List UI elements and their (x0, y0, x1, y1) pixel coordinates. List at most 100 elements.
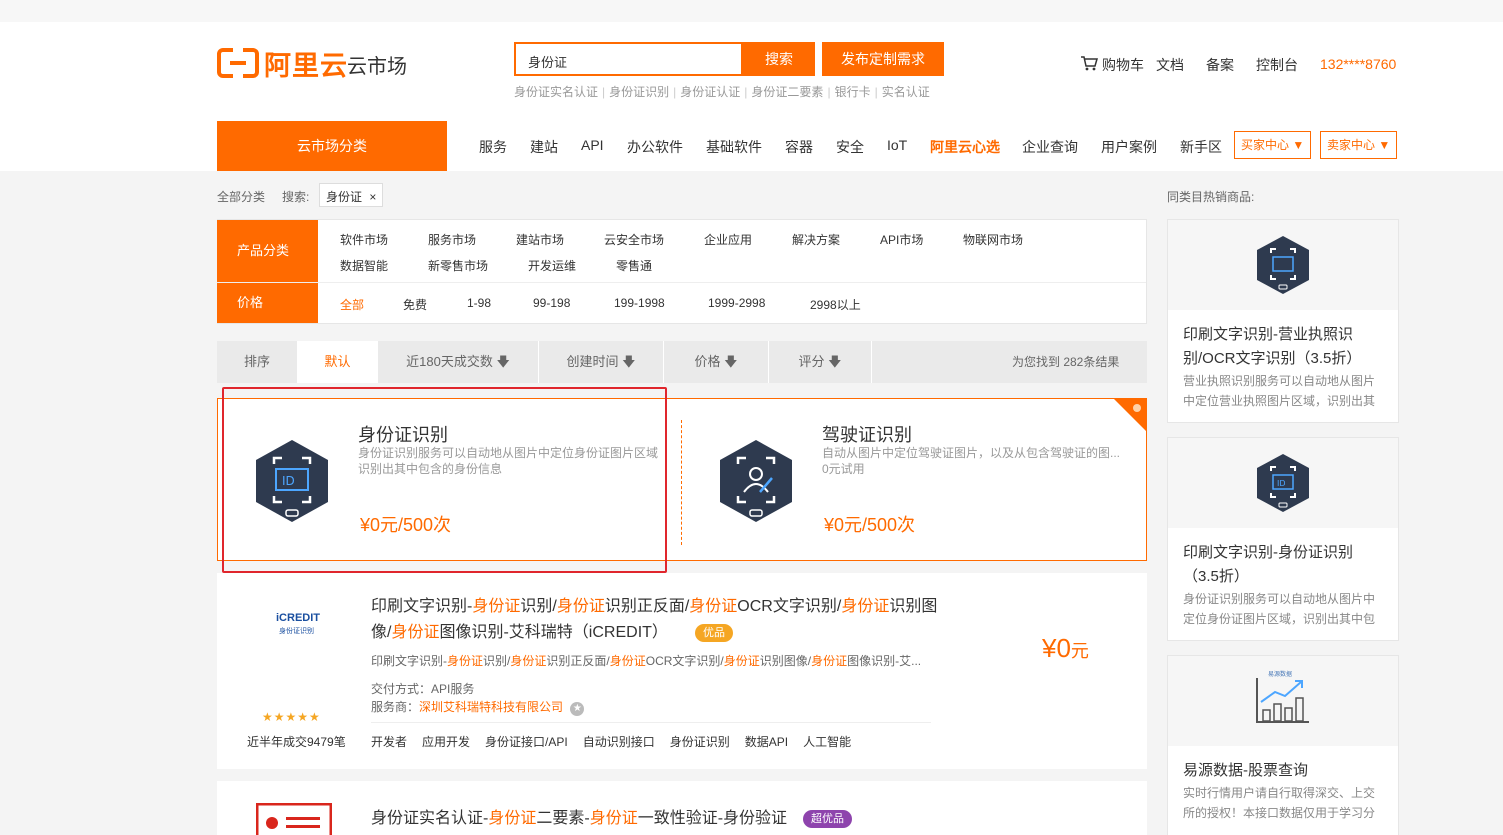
provider-row: 服务商：深圳艾科瑞特科技有限公司 ★ (371, 698, 585, 716)
product-logo-sub: 身份证识别 (279, 628, 314, 635)
filter-solutions[interactable]: 解决方案 (792, 231, 840, 248)
price-99-198[interactable]: 99-198 (533, 296, 570, 310)
filter-cloud-security[interactable]: 云安全市场 (604, 231, 664, 248)
filter-new-retail[interactable]: 新零售市场 (428, 257, 488, 274)
hotword-link[interactable]: 身份证认证 (680, 85, 740, 99)
price-1-98[interactable]: 1-98 (467, 296, 491, 310)
price-2998-up[interactable]: 2998以上 (810, 296, 861, 313)
tag-item[interactable]: 身份证接口/API (485, 735, 568, 749)
category-button[interactable]: 云市场分类 (217, 121, 447, 171)
card-divider (371, 722, 931, 723)
product-logo[interactable]: iCREDIT (276, 612, 320, 624)
featured-trial: 0元试用 (822, 462, 865, 476)
filter-software[interactable]: 软件市场 (340, 231, 388, 248)
nav-item-basic-software[interactable]: 基础软件 (706, 137, 762, 157)
tag-item[interactable]: 自动识别接口 (583, 735, 655, 749)
close-icon[interactable]: × (369, 190, 376, 204)
aliyun-logo-icon[interactable] (217, 47, 259, 79)
price-free[interactable]: 免费 (403, 296, 427, 313)
tag-item[interactable]: 人工智能 (803, 735, 851, 749)
recommend-corner-icon (1113, 398, 1147, 432)
hotword-link[interactable]: 身份证二要素 (751, 85, 823, 99)
price-all[interactable]: 全部 (340, 296, 364, 313)
filter-devops[interactable]: 开发运维 (528, 257, 576, 274)
sales-count: 近半年成交9479笔 (247, 735, 346, 749)
sort-created[interactable]: 创建时间 🡇 (539, 341, 664, 383)
featured-title[interactable]: 驾驶证识别 (822, 421, 912, 447)
tag-item[interactable]: 开发者 (371, 735, 407, 749)
highlight-box (222, 387, 667, 573)
hotword-link[interactable]: 银行卡 (835, 85, 871, 99)
nav-item-container[interactable]: 容器 (785, 137, 813, 157)
product-title[interactable]: 印刷文字识别-身份证识别/身份证识别正反面/身份证OCR文字识别/身份证识别图像… (371, 594, 941, 646)
stock-chart-icon[interactable] (1255, 676, 1311, 724)
id-card-scan-icon[interactable]: ID (1255, 453, 1311, 513)
buyer-center-dropdown[interactable]: 买家中心 ▼ (1234, 131, 1312, 159)
search-tag[interactable]: 身份证 × (319, 183, 384, 207)
post-requirement-button[interactable]: 发布定制需求 (822, 42, 944, 76)
nav-item-security[interactable]: 安全 (836, 137, 864, 157)
price-199-1998[interactable]: 199-1998 (614, 296, 665, 310)
docs-link[interactable]: 文档 (1156, 55, 1184, 75)
beian-link[interactable]: 备案 (1206, 55, 1234, 75)
license-scan-icon[interactable] (1255, 235, 1311, 295)
nav-item-service[interactable]: 服务 (479, 137, 507, 157)
nav-item-iot[interactable]: IoT (887, 137, 907, 153)
arrow-down-icon: 🡇 (828, 354, 842, 369)
sort-label: 排序 (217, 341, 298, 383)
logo-text[interactable]: 阿里云 (264, 44, 348, 83)
search-button[interactable]: 搜索 (743, 42, 815, 76)
arrow-down-icon: 🡇 (724, 354, 738, 369)
console-link[interactable]: 控制台 (1256, 55, 1298, 75)
filter-retail-pass[interactable]: 零售通 (616, 257, 652, 274)
nav-item-newbie[interactable]: 新手区 (1180, 137, 1222, 157)
nav-item-company-query[interactable]: 企业查询 (1022, 137, 1078, 157)
sidebar-title: 同类目热销商品: (1167, 190, 1255, 204)
logo-subtitle[interactable]: 云市场 (347, 50, 407, 79)
arrow-down-icon: 🡇 (496, 354, 510, 369)
hotword-link[interactable]: 实名认证 (882, 85, 930, 99)
sidebar-item-title[interactable]: 印刷文字识别-营业执照识别/OCR文字识别（3.5折） (1183, 323, 1388, 371)
seller-center-dropdown[interactable]: 卖家中心 ▼ (1320, 131, 1398, 159)
nav-item-cases[interactable]: 用户案例 (1101, 137, 1157, 157)
sort-sales[interactable]: 近180天成交数 🡇 (378, 341, 539, 383)
search-input[interactable]: 身份证 (514, 42, 743, 76)
hotword-link[interactable]: 身份证实名认证 (514, 85, 598, 99)
provider-link[interactable]: 深圳艾科瑞特科技有限公司 (419, 700, 563, 714)
tag-item[interactable]: 数据API (745, 735, 788, 749)
filter-divider (218, 282, 1146, 283)
sidebar-item-title[interactable]: 易源数据-股票查询 (1183, 759, 1388, 783)
driver-license-scan-icon[interactable] (716, 438, 796, 524)
hotword-link[interactable]: 身份证识别 (609, 85, 669, 99)
tag-item[interactable]: 身份证识别 (670, 735, 730, 749)
filter-enterprise-app[interactable]: 企业应用 (704, 231, 752, 248)
breadcrumb-all[interactable]: 全部分类 (217, 188, 265, 205)
hot-keywords: 身份证实名认证 | 身份证识别 | 身份证认证 | 身份证二要素 | 银行卡 | 实名认证 (514, 85, 930, 99)
tag-item[interactable]: 应用开发 (422, 735, 470, 749)
product-category-label: 产品分类 (217, 220, 318, 282)
filter-data-intelligence[interactable]: 数据智能 (340, 257, 388, 274)
sort-price[interactable]: 价格 🡇 (664, 341, 769, 383)
sort-rating[interactable]: 评分 🡇 (769, 341, 872, 383)
id-verify-logo-icon[interactable] (256, 803, 332, 835)
cart-icon[interactable] (1080, 55, 1098, 71)
filter-website[interactable]: 建站市场 (516, 231, 564, 248)
filter-api-market[interactable]: API市场 (880, 231, 923, 248)
price-filter-label: 价格 (217, 283, 318, 323)
breadcrumb-search-label: 搜索: (282, 190, 310, 204)
filter-service[interactable]: 服务市场 (428, 231, 476, 248)
premium-badge: 优品 (695, 624, 733, 642)
sidebar-item-title[interactable]: 印刷文字识别-身份证识别（3.5折） (1183, 541, 1388, 589)
filter-iot-market[interactable]: 物联网市场 (963, 231, 1023, 248)
nav-item-website[interactable]: 建站 (530, 137, 558, 157)
sort-default[interactable]: 默认 (298, 341, 378, 383)
product-title[interactable]: 身份证实名认证-身份证二要素-身份证一致性验证-身份验证 (371, 806, 941, 832)
price-1999-2998[interactable]: 1999-2998 (708, 296, 765, 310)
nav-item-aliyun-select[interactable]: 阿里云心选 (930, 137, 1000, 157)
result-count: 为您找到 282条结果 (1012, 355, 1120, 369)
cart-link[interactable]: 购物车 (1102, 55, 1144, 75)
nav-item-api[interactable]: API (581, 137, 604, 153)
nav-item-office[interactable]: 办公软件 (627, 137, 683, 157)
top-strip (0, 0, 1503, 22)
user-account[interactable]: 132****8760 (1320, 56, 1396, 72)
